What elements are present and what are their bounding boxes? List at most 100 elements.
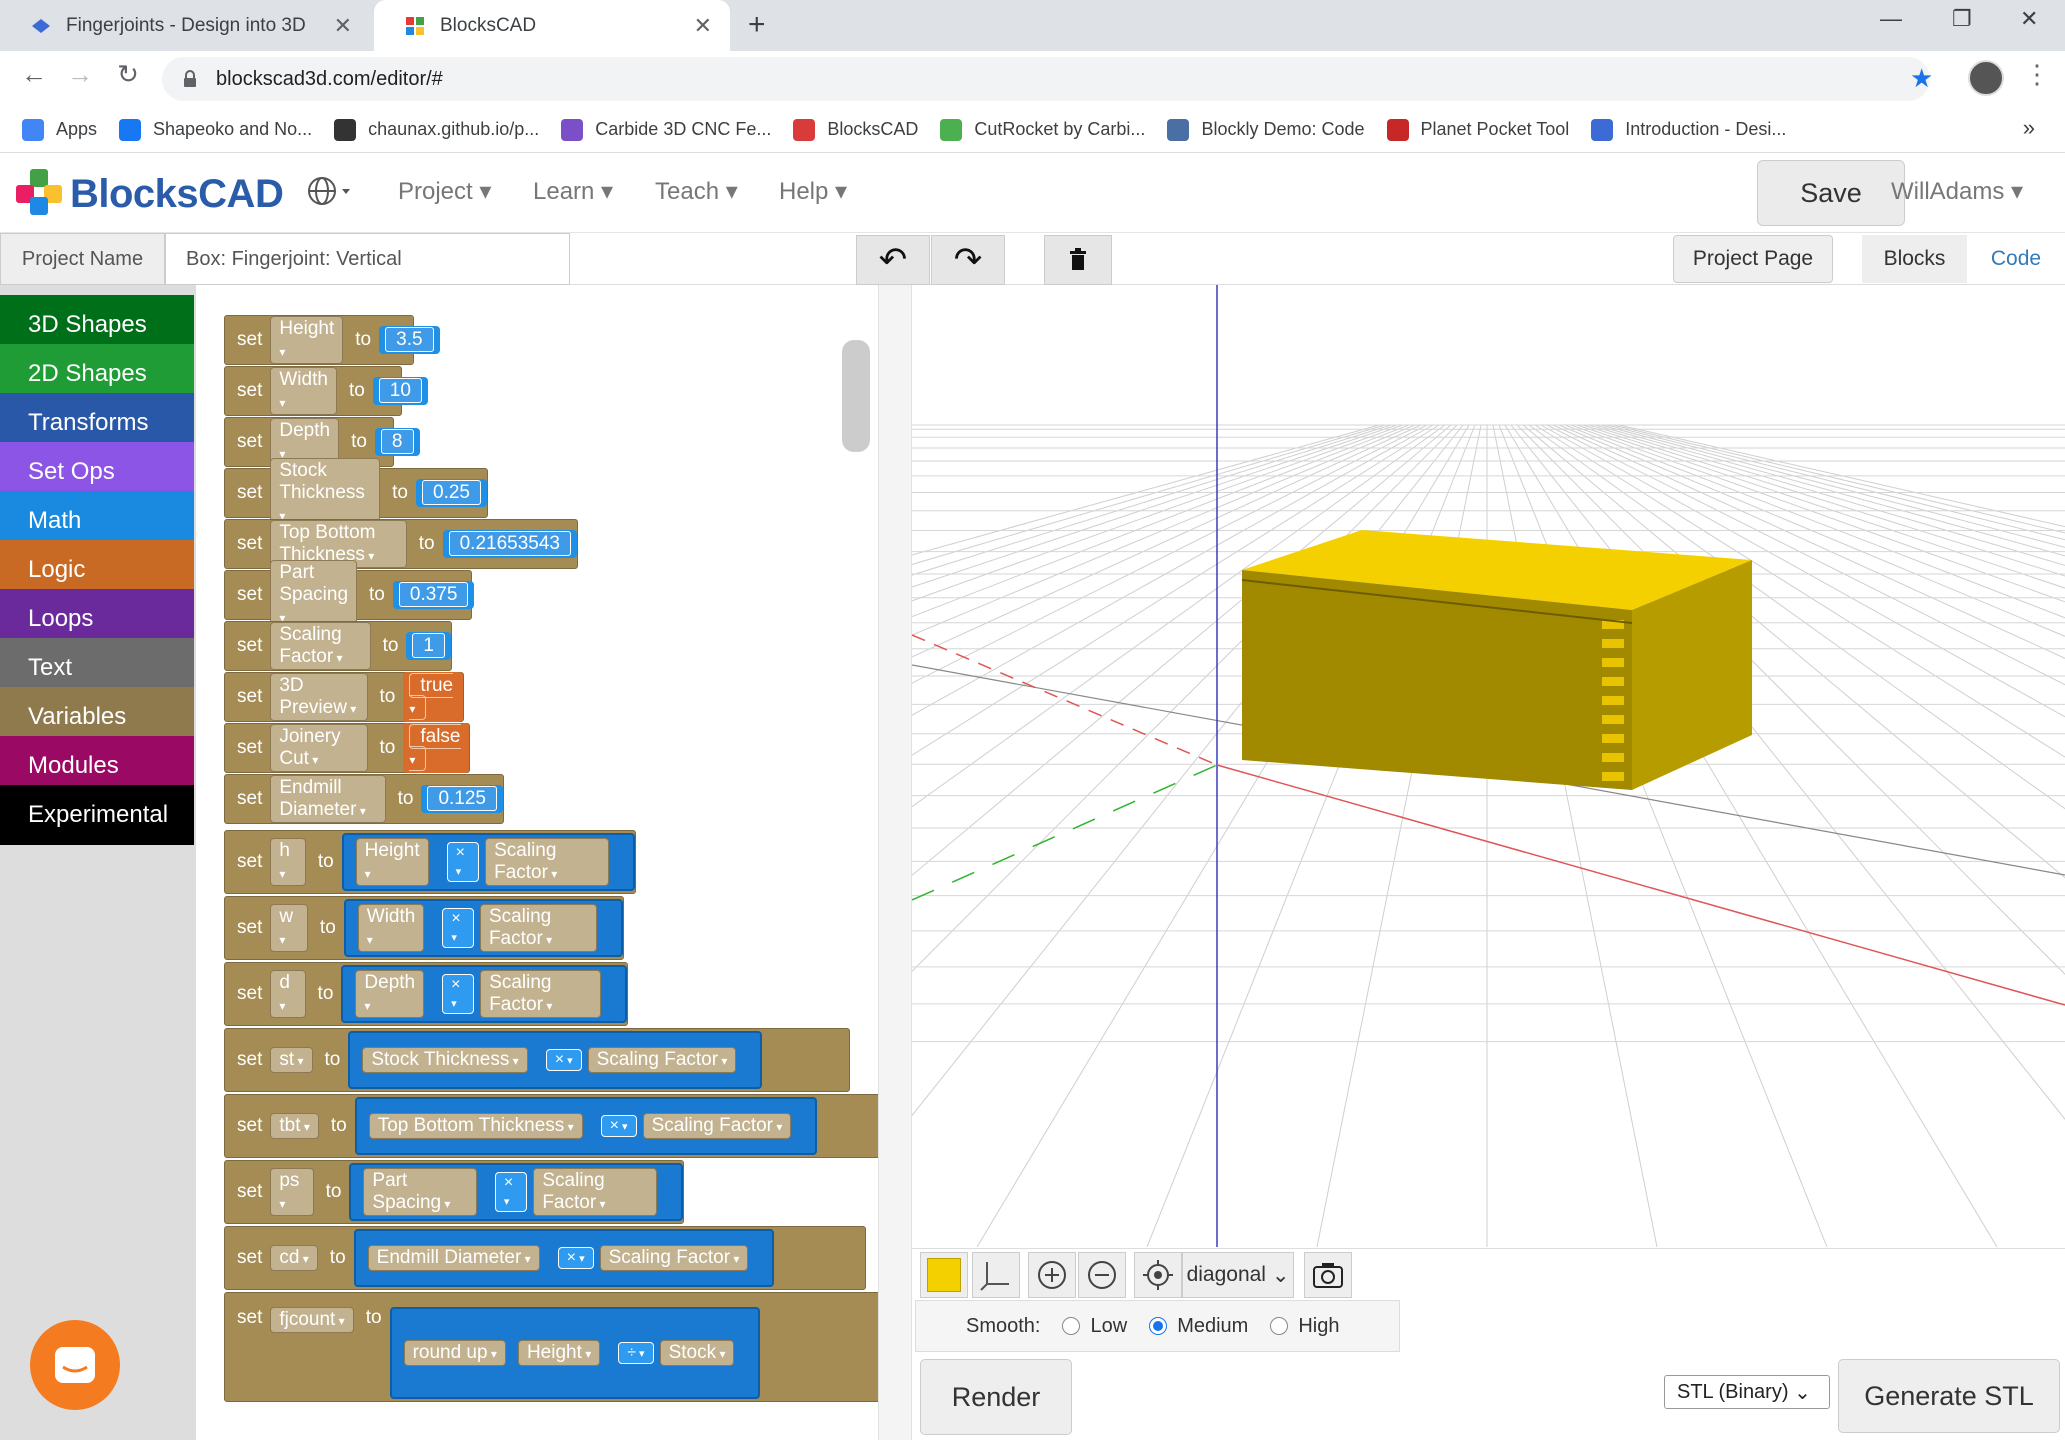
variable-dropdown[interactable]: Stock Thickness bbox=[362, 1047, 528, 1073]
number-value[interactable]: 3.5 bbox=[385, 327, 434, 352]
url-bar[interactable]: blockscad3d.com/editor/# bbox=[162, 57, 1930, 101]
number-value[interactable]: 0.25 bbox=[422, 480, 481, 505]
bookmark-item[interactable]: chaunax.github.io/p... bbox=[334, 118, 539, 141]
arithmetic-block[interactable]: Height ×Scaling Factor bbox=[341, 833, 635, 891]
window-close-icon[interactable]: ✕ bbox=[2020, 6, 2038, 32]
variable-dropdown[interactable]: Endmill Diameter bbox=[270, 775, 386, 823]
variable-dropdown[interactable]: Scaling Factor bbox=[587, 1047, 737, 1073]
variable-dropdown[interactable]: Scaling Factor bbox=[485, 838, 609, 886]
blockscad-logo[interactable]: BlocksCAD bbox=[14, 167, 284, 221]
close-tab-icon[interactable]: ✕ bbox=[694, 13, 712, 39]
variable-dropdown[interactable]: Part Spacing bbox=[363, 1168, 477, 1216]
color-picker[interactable] bbox=[920, 1252, 968, 1298]
axes-toggle[interactable] bbox=[972, 1252, 1020, 1298]
export-format-select[interactable]: STL (Binary) ⌄ bbox=[1664, 1375, 1830, 1409]
variable-dropdown[interactable]: Width bbox=[357, 904, 425, 952]
variable-dropdown[interactable]: ps bbox=[270, 1168, 314, 1216]
arithmetic-block[interactable]: Depth ×Scaling Factor bbox=[341, 965, 627, 1023]
blocks-workspace[interactable]: setHeightto3.5setWidthto10setDepthto8set… bbox=[196, 285, 878, 1440]
redo-button[interactable]: ↷ bbox=[931, 235, 1005, 285]
bookmarks-overflow-icon[interactable]: » bbox=[2023, 115, 2035, 141]
set-block[interactable]: set Scaling Factor to 1 bbox=[224, 621, 452, 671]
operator-dropdown[interactable]: × bbox=[600, 1115, 637, 1137]
close-tab-icon[interactable]: ✕ bbox=[334, 13, 352, 39]
operator-dropdown[interactable]: × bbox=[545, 1049, 582, 1071]
number-value[interactable]: 0.125 bbox=[427, 786, 497, 811]
trash-button[interactable] bbox=[1044, 235, 1112, 285]
tab-code[interactable]: Code bbox=[1967, 235, 2065, 283]
chat-launcher-button[interactable] bbox=[30, 1320, 120, 1410]
browser-tab-fingerjoints[interactable]: Fingerjoints - Design into 3D ✕ bbox=[0, 0, 370, 51]
operator-dropdown[interactable]: × bbox=[442, 974, 475, 1014]
bookmark-star-icon[interactable]: ★ bbox=[1910, 63, 1933, 94]
menu-teach[interactable]: Teach ▾ bbox=[655, 177, 738, 206]
bookmark-item[interactable]: Carbide 3D CNC Fe... bbox=[561, 118, 771, 141]
variable-dropdown[interactable]: Height bbox=[517, 1340, 601, 1366]
set-block[interactable]: setdto Depth ×Scaling Factor bbox=[224, 962, 628, 1026]
set-block[interactable]: set Height to 3.5 bbox=[224, 315, 440, 365]
minimize-icon[interactable]: — bbox=[1880, 6, 1902, 32]
variable-dropdown[interactable]: Scaling Factor bbox=[479, 904, 597, 952]
arithmetic-block[interactable]: Width ×Scaling Factor bbox=[343, 899, 623, 957]
variable-dropdown[interactable]: Part Spacing bbox=[270, 560, 358, 630]
variable-dropdown[interactable]: st bbox=[270, 1047, 313, 1073]
save-button[interactable]: Save bbox=[1757, 160, 1905, 226]
set-block[interactable]: sethto Height ×Scaling Factor bbox=[224, 830, 636, 894]
center-view-button[interactable] bbox=[1134, 1252, 1182, 1298]
variable-dropdown[interactable]: d bbox=[270, 970, 306, 1018]
variable-dropdown[interactable]: Scaling Factor bbox=[480, 970, 601, 1018]
boolean-dropdown[interactable]: true bbox=[409, 673, 454, 720]
forward-icon[interactable]: → bbox=[60, 59, 100, 90]
operator-dropdown[interactable]: × bbox=[442, 908, 474, 948]
variable-dropdown[interactable]: Scaling Factor bbox=[599, 1245, 749, 1271]
variable-dropdown[interactable]: cd bbox=[270, 1245, 318, 1271]
language-globe-icon[interactable] bbox=[306, 175, 352, 217]
bookmark-item[interactable]: CutRocket by Carbi... bbox=[940, 118, 1145, 141]
variable-dropdown[interactable]: Height bbox=[355, 838, 429, 886]
variable-dropdown[interactable]: h bbox=[270, 838, 306, 886]
user-menu[interactable]: WillAdams ▾ bbox=[1891, 177, 2023, 206]
render-button[interactable]: Render bbox=[920, 1359, 1072, 1435]
set-block[interactable]: setwto Width ×Scaling Factor bbox=[224, 896, 624, 960]
variable-dropdown[interactable]: Joinery Cut bbox=[270, 724, 368, 772]
variable-dropdown[interactable]: tbt bbox=[270, 1113, 319, 1139]
operator-dropdown[interactable]: ÷ bbox=[618, 1342, 654, 1364]
browser-tab-blockscad[interactable]: BlocksCAD ✕ bbox=[374, 0, 730, 51]
project-name-input[interactable]: Box: Fingerjoint: Vertical bbox=[165, 233, 570, 285]
variable-dropdown[interactable]: Stock Thickness bbox=[270, 458, 381, 528]
workspace-scrollbar[interactable] bbox=[842, 340, 870, 452]
bookmark-item[interactable]: Apps bbox=[22, 118, 97, 141]
3d-viewer[interactable] bbox=[912, 285, 2065, 1247]
bookmark-item[interactable]: Introduction - Desi... bbox=[1591, 118, 1786, 141]
new-tab-button[interactable]: + bbox=[748, 8, 766, 42]
set-block[interactable]: settbtto Top Bottom Thickness ×Scaling Fac… bbox=[224, 1094, 878, 1158]
screenshot-button[interactable] bbox=[1304, 1252, 1352, 1298]
variable-dropdown[interactable]: Width bbox=[270, 367, 337, 415]
operator-dropdown[interactable]: × bbox=[557, 1247, 594, 1269]
variable-dropdown[interactable]: fjcount bbox=[270, 1307, 354, 1333]
bookmark-item[interactable]: BlocksCAD bbox=[793, 118, 918, 141]
set-block[interactable]: setpsto Part Spacing ×Scaling Factor bbox=[224, 1160, 684, 1224]
menu-help[interactable]: Help ▾ bbox=[779, 177, 847, 206]
bookmark-item[interactable]: Shapeoko and No... bbox=[119, 118, 312, 141]
number-value[interactable]: 1 bbox=[412, 633, 445, 658]
variable-dropdown[interactable]: Stock bbox=[659, 1340, 735, 1366]
back-icon[interactable]: ← bbox=[14, 59, 54, 90]
variable-dropdown[interactable]: w bbox=[270, 904, 308, 952]
arithmetic-block[interactable]: Endmill Diameter ×Scaling Factor bbox=[353, 1229, 775, 1287]
zoom-out-button[interactable] bbox=[1078, 1252, 1126, 1298]
set-block[interactable]: set Widthto 10 bbox=[224, 366, 428, 416]
set-block[interactable]: set Stock Thickness to 0.25 bbox=[224, 458, 488, 528]
variable-dropdown[interactable]: Top Bottom Thickness bbox=[368, 1113, 583, 1139]
menu-learn[interactable]: Learn ▾ bbox=[533, 177, 613, 206]
set-block[interactable]: set Part Spacing to 0.375 bbox=[224, 560, 475, 630]
set-block[interactable]: set 3D Preview totrue bbox=[224, 672, 464, 722]
view-select[interactable]: diagonal ⌄ bbox=[1182, 1252, 1294, 1298]
round-up-block[interactable]: round up Height ÷Stock bbox=[389, 1307, 761, 1399]
function-dropdown[interactable]: round up bbox=[403, 1340, 506, 1366]
restore-icon[interactable]: ❐ bbox=[1952, 6, 1972, 32]
variable-dropdown[interactable]: Scaling Factor bbox=[533, 1168, 657, 1216]
profile-avatar[interactable] bbox=[1968, 60, 2004, 96]
set-block[interactable]: setcdto Endmill Diameter ×Scaling Factor bbox=[224, 1226, 866, 1290]
tab-blocks[interactable]: Blocks bbox=[1862, 235, 1967, 283]
